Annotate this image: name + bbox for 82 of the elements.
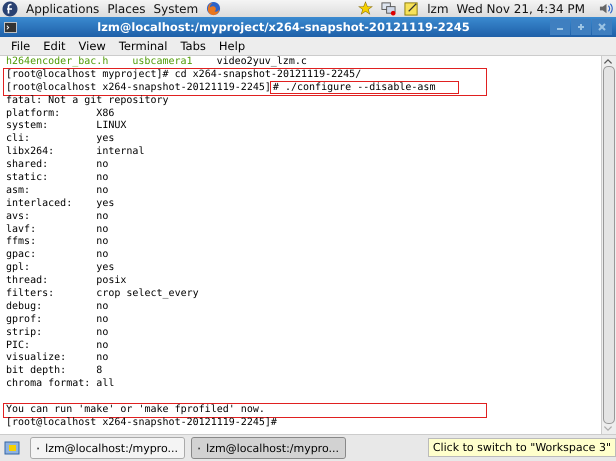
volume-icon[interactable] <box>599 1 614 16</box>
config-value: no <box>96 184 108 196</box>
config-value: no <box>96 326 108 338</box>
shell-command: # <box>270 416 277 428</box>
config-key: lavf: <box>6 224 96 236</box>
config-value: yes <box>96 262 114 274</box>
config-value: all <box>96 378 114 390</box>
clock[interactable]: Wed Nov 21, 4:34 PM <box>456 2 585 16</box>
config-value: no <box>96 249 108 260</box>
scrollbar-thumb[interactable] <box>603 66 615 424</box>
config-value: no <box>96 340 108 351</box>
config-value: no <box>96 300 108 312</box>
menu-item[interactable]: Edit <box>43 39 66 53</box>
scroll-up-icon[interactable] <box>602 56 614 66</box>
file-name: video2yuv_lzm.c <box>216 56 307 67</box>
config-value: no <box>96 172 108 184</box>
shell-prompt: [root@localhost x264-snapshot-20121119-2245] <box>6 416 271 428</box>
config-value: LINUX <box>96 120 126 132</box>
notes-icon[interactable] <box>404 1 420 16</box>
taskbar-window-button[interactable]: lzm@localhost:/mypro... <box>191 437 346 459</box>
config-value: posix <box>96 275 126 286</box>
config-value: internal <box>96 146 144 158</box>
menu-item[interactable]: Tabs <box>180 39 206 53</box>
config-key: thread: <box>6 275 96 288</box>
config-key: gprof: <box>6 314 96 327</box>
config-key: asm: <box>6 184 96 198</box>
menu-item[interactable]: View <box>78 39 106 53</box>
config-key: filters: <box>6 288 96 301</box>
output-line: You can run 'make' or 'make fprofiled' now. <box>6 404 265 416</box>
menu-item[interactable]: Help <box>218 39 246 53</box>
file-name: usbcamera1 <box>132 56 193 67</box>
network-icon[interactable] <box>381 1 396 16</box>
browser-icon[interactable] <box>206 1 222 16</box>
panel-menu[interactable]: System <box>153 2 198 16</box>
config-key: libx264: <box>6 146 96 160</box>
config-key: cli: <box>6 133 96 146</box>
tooltip: Click to switch to "Workspace 3" <box>428 438 616 457</box>
config-key: gpl: <box>6 262 96 276</box>
config-key: static: <box>6 172 96 185</box>
fedora-logo-icon[interactable] <box>2 0 18 16</box>
menu-item[interactable]: File <box>11 39 30 53</box>
config-value: no <box>96 224 108 235</box>
config-key: shared: <box>6 159 96 172</box>
config-key: interlaced: <box>6 198 96 211</box>
config-key: bit depth: <box>6 365 96 378</box>
taskbar-window-button[interactable]: lzm@localhost:/mypro... <box>30 437 185 459</box>
config-value: no <box>96 352 108 364</box>
close-icon <box>598 23 606 31</box>
config-value: X86 <box>96 108 114 119</box>
config-value: no <box>96 314 108 325</box>
user-name[interactable]: lzm <box>427 2 449 16</box>
config-key: PIC: <box>6 340 96 352</box>
file-name: h264encoder_bac.h <box>6 56 108 67</box>
output-line: fatal: Not a git repository <box>6 94 169 106</box>
star-icon[interactable] <box>358 1 374 16</box>
config-key: avs: <box>6 210 96 224</box>
config-value: 8 <box>96 365 102 376</box>
highlighted-command: # ./configure --disable-asm <box>270 82 458 93</box>
menu-item[interactable]: Terminal <box>118 39 168 53</box>
config-key: ffms: <box>6 236 96 250</box>
plus-icon <box>577 23 585 31</box>
config-key: platform: <box>6 108 96 120</box>
config-key: debug: <box>6 300 96 314</box>
config-key: chroma format: <box>6 378 96 392</box>
config-key: visualize: <box>6 352 96 366</box>
config-key: strip: <box>6 326 96 340</box>
panel-menu[interactable]: Applications <box>26 2 100 16</box>
config-value: yes <box>96 133 114 144</box>
shell-command: # cd x264-snapshot-20121119-2245/ <box>162 68 362 80</box>
config-value: yes <box>96 198 114 209</box>
config-value: no <box>96 159 108 170</box>
config-key: gpac: <box>6 249 96 262</box>
scrollbar[interactable] <box>601 56 616 434</box>
config-value: no <box>96 210 108 222</box>
shell-prompt: [root@localhost x264-snapshot-20121119-2245] <box>6 82 271 93</box>
window-title: lzm@localhost:/myproject/x264-snapshot-20121119-2245 <box>96 20 471 34</box>
config-value: crop select_every <box>96 288 199 300</box>
config-value: no <box>96 236 108 248</box>
config-key: system: <box>6 120 96 134</box>
panel-menu[interactable]: Places <box>107 2 146 16</box>
shell-prompt: [root@localhost myproject] <box>6 68 163 80</box>
desktop-icon[interactable] <box>4 440 20 456</box>
